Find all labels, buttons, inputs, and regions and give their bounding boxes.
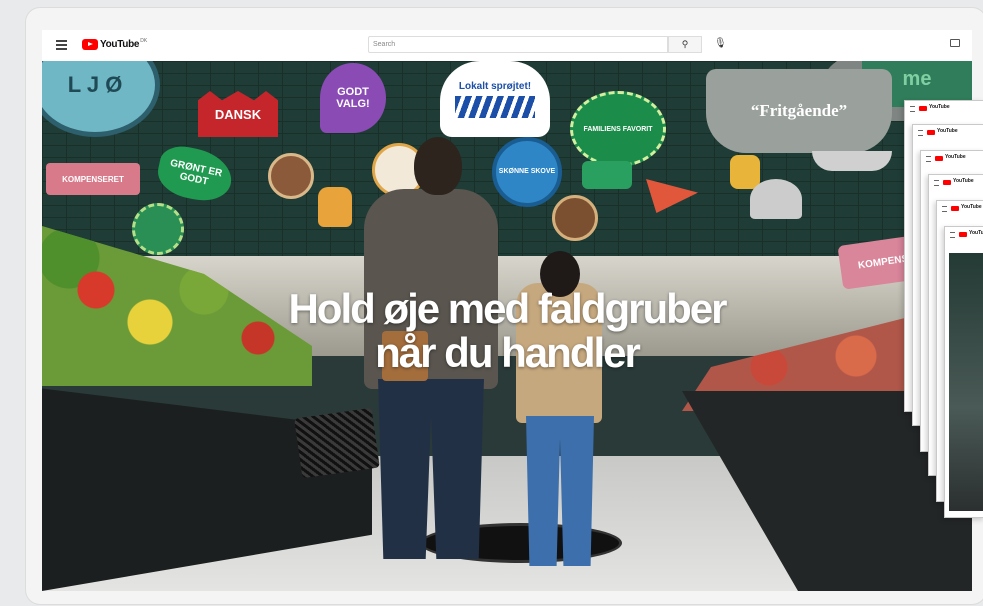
mini-logo-text: YouTube	[961, 204, 982, 210]
search-icon: ⚲	[681, 39, 689, 49]
mini-logo-text: YouTube	[929, 104, 950, 110]
menu-icon	[926, 156, 931, 162]
menu-icon	[950, 232, 955, 238]
youtube-top-bar: YouTube DK Search ⚲ 🎙	[42, 30, 972, 61]
sticker-badge-brown-2	[552, 195, 598, 241]
mini-logo-text: YouTube	[937, 128, 958, 134]
cast-icon[interactable]	[950, 39, 960, 47]
thumbs-up-icon-2	[730, 155, 760, 189]
mini-logo-text: YouTube	[953, 178, 974, 184]
youtube-logo-icon	[943, 180, 951, 185]
logo-text: YouTube	[100, 39, 140, 50]
headline-line-2: når du handler	[375, 329, 641, 376]
menu-icon[interactable]	[56, 40, 67, 50]
thumbs-up-icon	[318, 187, 352, 227]
youtube-logo-icon	[959, 232, 967, 237]
menu-icon	[918, 130, 923, 136]
ceiling-lamp-2	[812, 151, 892, 171]
menu-icon	[910, 106, 915, 112]
menu-icon	[934, 180, 939, 186]
sticker-green-label	[582, 161, 632, 189]
youtube-logo[interactable]: YouTube DK	[82, 37, 148, 50]
headline-line-1: Hold øje med faldgruber	[288, 285, 727, 332]
menu-icon	[942, 206, 947, 212]
mini-logo-text: YouTube	[969, 230, 983, 236]
logo-country: DK	[140, 37, 148, 44]
sticker-familiens: FAMILIENS FAVORIT	[570, 91, 666, 167]
sticker-godt-valg: GODT VALG!	[320, 63, 386, 133]
youtube-logo-icon	[919, 106, 927, 111]
youtube-logo-icon	[935, 156, 943, 161]
man-head	[414, 137, 462, 195]
video-player[interactable]: L J Ø me DANSK GODT VALG! Lokalt sprøjte…	[42, 61, 972, 591]
rain-icon	[455, 95, 535, 118]
video-headline: Hold øje med faldgruber når du handler	[42, 287, 972, 375]
mini-video-thumbnail	[949, 253, 983, 511]
stacked-window-6[interactable]: YouTube	[944, 226, 983, 518]
ceiling-lamp	[750, 179, 802, 219]
shopping-basket	[294, 407, 380, 479]
sticker-kompenseret: KOMPENSERET	[46, 163, 140, 195]
mic-icon[interactable]: 🎙	[714, 38, 727, 49]
youtube-logo-icon	[82, 39, 98, 50]
youtube-logo-icon	[951, 206, 959, 211]
sticker-skonne-skove: SKØNNE SKOVE	[492, 137, 562, 207]
sticker-lokalt: Lokalt sprøjtet!	[440, 61, 550, 137]
search-input[interactable]: Search	[368, 36, 668, 53]
sticker-fritgaende: “Fritgående”	[706, 69, 892, 153]
mini-logo-text: YouTube	[945, 154, 966, 160]
sticker-lokalt-text: Lokalt sprøjtet!	[458, 80, 532, 92]
sticker-dansk: DANSK	[198, 91, 278, 137]
sticker-badge-brown	[268, 153, 314, 199]
search-button[interactable]: ⚲	[668, 36, 702, 53]
youtube-logo-icon	[927, 130, 935, 135]
sticker-badge-green	[132, 203, 184, 255]
